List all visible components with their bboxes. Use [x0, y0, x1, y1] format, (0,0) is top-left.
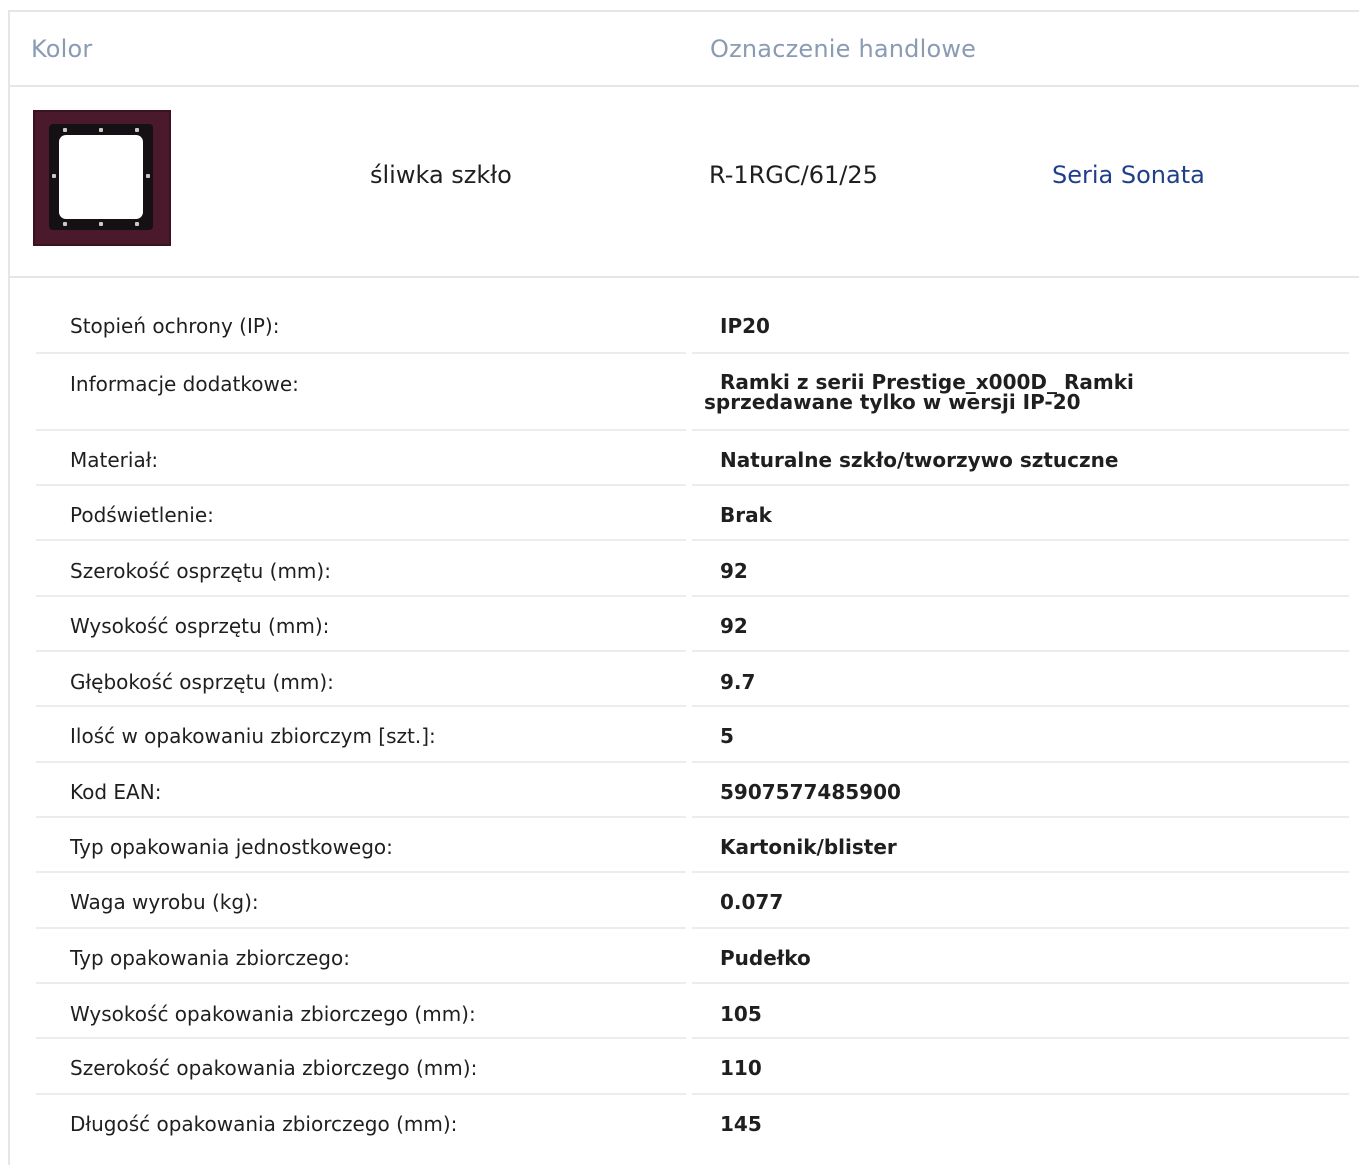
spec-row-info: Informacje dodatkowe: Ramki z serii Pres…: [36, 354, 1349, 431]
frame-clip: [135, 222, 139, 226]
spec-row-ip: Stopień ochrony (IP): IP20: [36, 290, 1349, 354]
spec-value-line: Ramki z serii Prestige_x000D_ Ramki: [720, 370, 1134, 394]
spec-label: Waga wyrobu (kg):: [70, 890, 259, 914]
spec-row-bulk-height: Wysokość opakowania zbiorczego (mm): 105: [36, 984, 1349, 1039]
frame-clip: [135, 128, 139, 132]
spec-row-weight: Waga wyrobu (kg): 0.077: [36, 873, 1349, 929]
spec-label: Długość opakowania zbiorczego (mm):: [70, 1112, 458, 1136]
frame-border: [49, 124, 153, 230]
spec-row-bulk-pack-type: Typ opakowania zbiorczego: Pudełko: [36, 929, 1349, 984]
spec-row-pack-qty: Ilość w opakowaniu zbiorczym [szt.]: 5: [36, 707, 1349, 763]
spec-label: Wysokość osprzętu (mm):: [70, 614, 330, 638]
frame-clip: [99, 222, 103, 226]
spec-value: 92: [720, 614, 748, 638]
spec-row-material: Materiał: Naturalne szkło/tworzywo sztuc…: [36, 431, 1349, 486]
spec-value: IP20: [720, 314, 770, 338]
spec-value: Pudełko: [720, 946, 811, 970]
spec-label: Stopień ochrony (IP):: [70, 314, 280, 338]
spec-value: 0.077: [720, 890, 784, 914]
spec-value: 110: [720, 1056, 762, 1080]
spec-value: 145: [720, 1112, 762, 1136]
spec-label: Typ opakowania jednostkowego:: [70, 835, 393, 859]
spec-row-bulk-length: Długość opakowania zbiorczego (mm): 145: [36, 1095, 1349, 1151]
frame-clip: [63, 222, 67, 226]
spec-row-bulk-width: Szerokość opakowania zbiorczego (mm): 11…: [36, 1039, 1349, 1095]
spec-label: Szerokość osprzętu (mm):: [70, 559, 331, 583]
frame-clip: [63, 128, 67, 132]
spec-row-depth: Głębokość osprzętu (mm): 9.7: [36, 652, 1349, 707]
spec-row-backlight: Podświetlenie: Brak: [36, 486, 1349, 541]
spec-label: Kod EAN:: [70, 780, 162, 804]
series-link[interactable]: Seria Sonata: [1052, 161, 1205, 189]
frame-thumbnail-image: [33, 110, 171, 246]
spec-value: Brak: [720, 503, 772, 527]
frame-insert: [59, 135, 143, 219]
spec-value: 5907577485900: [720, 780, 901, 804]
spec-label: Informacje dodatkowe:: [70, 372, 299, 396]
spec-value: Naturalne szkło/tworzywo sztuczne: [720, 448, 1119, 472]
spec-row-height: Wysokość osprzętu (mm): 92: [36, 597, 1349, 652]
column-header-trade-designation: Oznaczenie handlowe: [710, 35, 977, 63]
spec-value: 9.7: [720, 670, 756, 694]
specifications-table: Stopień ochrony (IP): IP20 Informacje do…: [36, 290, 1349, 1151]
spec-value: 5: [720, 724, 734, 748]
product-color-name: śliwka szkło: [370, 161, 512, 189]
spec-label: Ilość w opakowaniu zbiorczym [szt.]:: [70, 724, 436, 748]
spec-value: 92: [720, 559, 748, 583]
product-row: śliwka szkło R-1RGC/61/25 Seria Sonata: [10, 87, 1359, 278]
spec-label: Typ opakowania zbiorczego:: [70, 946, 350, 970]
frame-clip: [99, 128, 103, 132]
frame-clip: [52, 174, 56, 178]
spec-label: Podświetlenie:: [70, 503, 214, 527]
spec-value-line: sprzedawane tylko w wersji IP-20: [704, 390, 1081, 414]
spec-value: 105: [720, 1002, 762, 1026]
spec-label: Materiał:: [70, 448, 159, 472]
spec-row-unit-pack-type: Typ opakowania jednostkowego: Kartonik/b…: [36, 818, 1349, 873]
spec-value: Kartonik/blister: [720, 835, 897, 859]
table-header-row: Kolor Oznaczenie handlowe: [10, 12, 1359, 87]
spec-label: Szerokość opakowania zbiorczego (mm):: [70, 1056, 478, 1080]
spec-label: Głębokość osprzętu (mm):: [70, 670, 334, 694]
spec-value: Ramki z serii Prestige_x000D_ Ramki sprz…: [704, 372, 1134, 412]
spec-row-width: Szerokość osprzętu (mm): 92: [36, 541, 1349, 597]
spec-row-ean: Kod EAN: 5907577485900: [36, 763, 1349, 818]
product-trade-code: R-1RGC/61/25: [709, 161, 878, 189]
column-header-color: Kolor: [31, 35, 93, 63]
frame-clip: [146, 174, 150, 178]
spec-label: Wysokość opakowania zbiorczego (mm):: [70, 1002, 476, 1026]
